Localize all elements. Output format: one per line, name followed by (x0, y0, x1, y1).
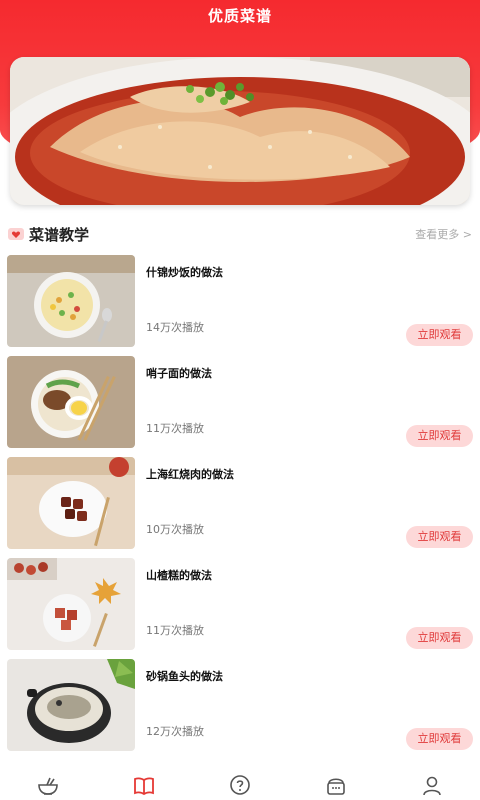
fish-head-pot-image (7, 659, 135, 751)
bottom-navigation (0, 770, 480, 800)
bowl-icon (38, 777, 58, 795)
hawthorn-cake-image (7, 558, 135, 650)
watch-now-button[interactable]: 立即观看 (406, 627, 473, 649)
watch-now-button[interactable]: 立即观看 (406, 425, 473, 447)
nav-tab-recipes[interactable] (96, 770, 192, 800)
recipe-play-count: 11万次播放 (146, 422, 204, 435)
braised-pork-image (7, 457, 135, 549)
recipe-thumbnail[interactable] (7, 457, 135, 549)
watch-now-button[interactable]: 立即观看 (406, 324, 473, 346)
nav-tab-questions[interactable] (192, 770, 288, 800)
list-item[interactable]: 山楂糕的做法 11万次播放 立即观看 (0, 558, 480, 659)
recipe-play-count: 12万次播放 (146, 725, 204, 738)
recipe-thumbnail[interactable] (7, 558, 135, 650)
food-box-icon (327, 778, 345, 795)
fried-rice-image (7, 255, 135, 347)
banner-dish-illustration (10, 57, 470, 205)
nav-tab-profile[interactable] (384, 770, 480, 800)
recipe-play-count: 10万次播放 (146, 523, 204, 536)
question-icon (230, 775, 250, 795)
recipe-play-count: 14万次播放 (146, 321, 204, 334)
recipe-list: 什锦炒饭的做法 14万次播放 立即观看 哨子面的做法 11万次播放 立即观看 上… (0, 255, 480, 760)
banner-image[interactable] (10, 57, 470, 205)
recipe-name: 什锦炒饭的做法 (146, 266, 223, 279)
watch-now-button[interactable]: 立即观看 (406, 728, 473, 750)
list-item[interactable]: 哨子面的做法 11万次播放 立即观看 (0, 356, 480, 457)
recipe-name: 山楂糕的做法 (146, 569, 212, 582)
recipe-thumbnail[interactable] (7, 255, 135, 347)
book-icon (134, 777, 154, 796)
section-title: 菜谱教学 (29, 225, 90, 244)
noodles-image (7, 356, 135, 448)
list-item[interactable]: 砂锅鱼头的做法 12万次播放 立即观看 (0, 659, 480, 760)
nav-tab-food[interactable] (288, 770, 384, 800)
recipe-name: 上海红烧肉的做法 (146, 468, 234, 481)
section-header: 菜谱教学 查看更多 > (8, 222, 472, 246)
heart-icon (8, 226, 24, 242)
watch-now-button[interactable]: 立即观看 (406, 526, 473, 548)
list-item[interactable]: 什锦炒饭的做法 14万次播放 立即观看 (0, 255, 480, 356)
page-title: 优质菜谱 (207, 7, 272, 25)
recipe-thumbnail[interactable] (7, 356, 135, 448)
recipe-name: 哨子面的做法 (146, 367, 212, 380)
recipe-name: 砂锅鱼头的做法 (146, 670, 223, 683)
user-icon (423, 776, 441, 796)
view-more-link[interactable]: 查看更多 > (415, 226, 472, 242)
nav-tab-home[interactable] (0, 770, 96, 800)
list-item[interactable]: 上海红烧肉的做法 10万次播放 立即观看 (0, 457, 480, 558)
recipe-thumbnail[interactable] (7, 659, 135, 751)
recipe-play-count: 11万次播放 (146, 624, 204, 637)
